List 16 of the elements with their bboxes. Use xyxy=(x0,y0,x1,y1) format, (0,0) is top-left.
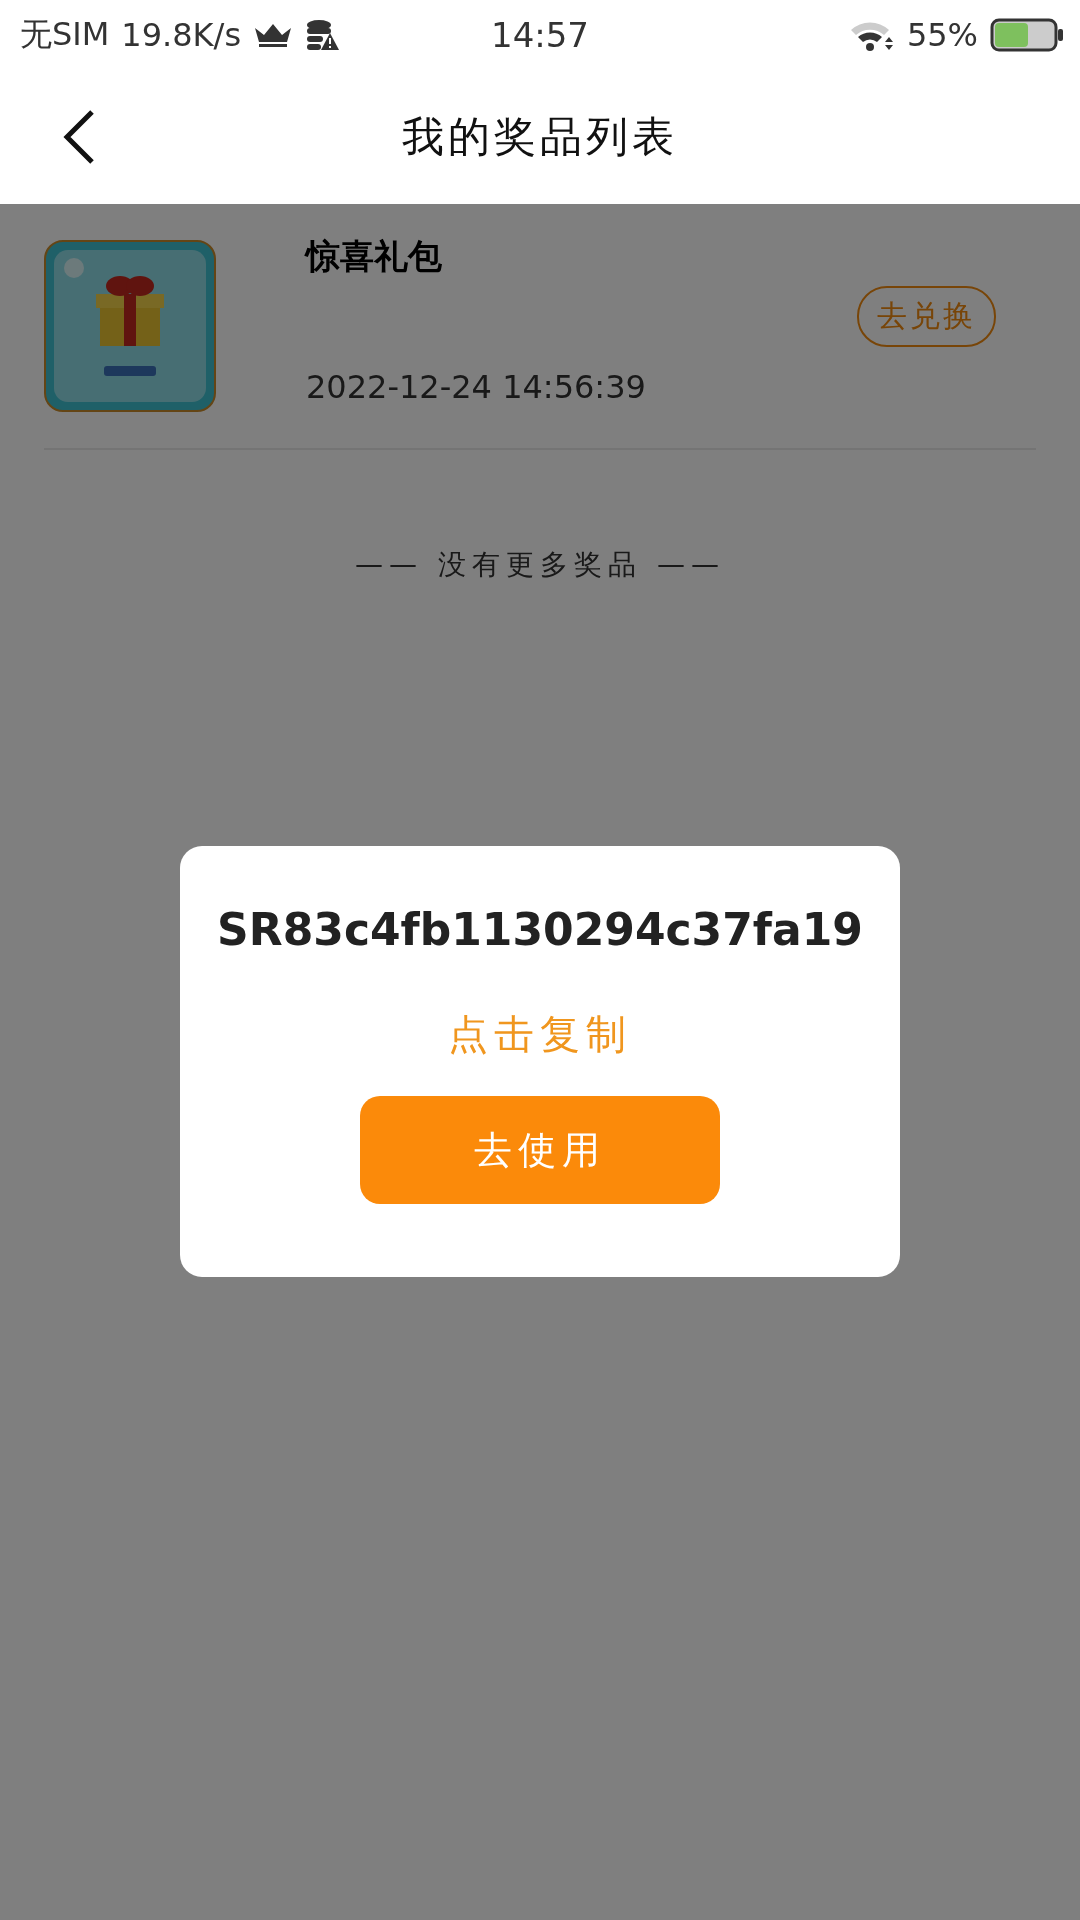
back-icon[interactable] xyxy=(62,109,96,165)
redeem-code: SR83c4fb1130294c37fa19 xyxy=(217,904,863,955)
crown-icon xyxy=(253,22,294,48)
copy-link[interactable]: 点击复制 xyxy=(448,1007,632,1062)
carrier-text: 无SIM xyxy=(20,14,110,55)
prize-time: 2022-12-24 14:56:39 xyxy=(306,368,647,406)
prize-name: 惊喜礼包 xyxy=(306,235,443,278)
battery-icon xyxy=(990,18,1064,52)
list-end-text: —— 没有更多奖品 —— xyxy=(355,547,725,583)
use-button[interactable]: 去使用 xyxy=(360,1096,720,1204)
page-title: 我的奖品列表 xyxy=(402,111,678,163)
network-speed: 19.8K/s xyxy=(121,16,242,54)
redeem-button[interactable]: 去兑换 xyxy=(857,285,996,347)
clock-time: 14:57 xyxy=(491,15,589,55)
database-warning-icon xyxy=(305,19,340,51)
battery-percent: 55% xyxy=(906,16,978,54)
